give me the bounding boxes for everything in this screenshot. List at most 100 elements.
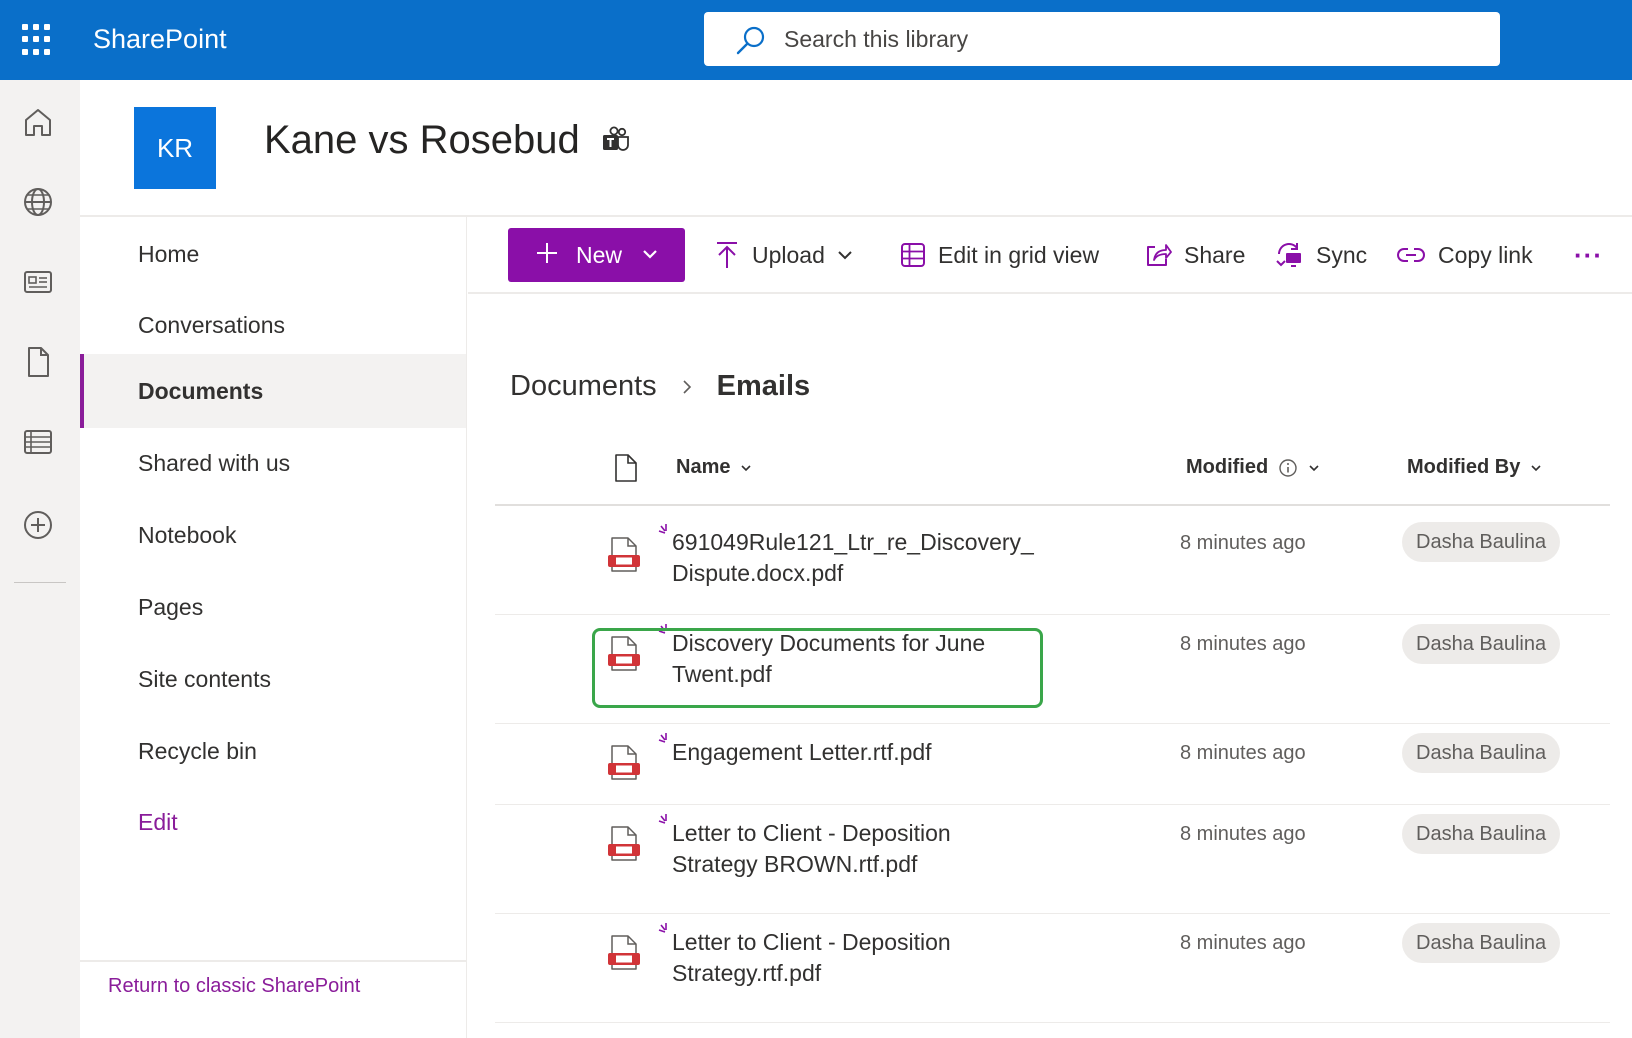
chevron-down-icon	[643, 250, 657, 259]
file-name-line: 691049Rule121_Ltr_re_Discovery_	[672, 529, 1034, 555]
nav-item-notebook[interactable]: Notebook	[80, 498, 466, 572]
sync-label: Sync	[1316, 241, 1368, 268]
list-row[interactable]: 691049Rule121_Ltr_re_Discovery_ Dispute.…	[495, 506, 1610, 615]
file-name-line: Letter to Client - Deposition	[672, 929, 951, 955]
home-icon[interactable]	[18, 102, 58, 142]
pdf-file-icon	[608, 537, 640, 572]
edit-grid-view-label: Edit in grid view	[938, 241, 1100, 268]
plus-icon	[537, 243, 557, 263]
site-title[interactable]: Kane vs Rosebud	[264, 118, 580, 163]
pdf-file-icon	[608, 636, 640, 671]
modified-by-persona[interactable]: Dasha Baulina	[1402, 923, 1561, 963]
file-name-line: Strategy.rtf.pdf	[672, 960, 822, 986]
chevron-down-icon	[838, 251, 852, 260]
pdf-file-icon	[608, 935, 640, 970]
search-icon	[736, 26, 765, 55]
pdf-file-icon	[608, 826, 640, 861]
list-row[interactable]: Discovery Documents for June Twent.pdf 8…	[495, 615, 1610, 724]
nav-edit-link[interactable]: Edit	[80, 785, 466, 859]
file-name-line: Dispute.docx.pdf	[672, 560, 844, 586]
file-type-icon[interactable]	[613, 453, 639, 483]
teams-icon[interactable]	[600, 124, 632, 156]
nav-item-recycle-bin[interactable]: Recycle bin	[80, 714, 466, 788]
column-header-name[interactable]: Name	[676, 456, 752, 479]
file-name-line: Letter to Client - Deposition	[672, 820, 951, 846]
modified-by-persona[interactable]: Dasha Baulina	[1402, 624, 1561, 664]
edit-grid-view-button[interactable]: Edit in grid view	[900, 233, 1099, 277]
list-icon[interactable]	[18, 422, 58, 462]
rail-divider	[14, 582, 66, 583]
info-icon[interactable]	[1278, 458, 1298, 478]
share-button[interactable]: Share	[1144, 233, 1245, 277]
nav-item-home[interactable]: Home	[80, 217, 466, 291]
column-header-modified-by[interactable]: Modified By	[1407, 456, 1542, 479]
modified-date: 8 minutes ago	[1180, 823, 1306, 845]
pdf-file-icon	[608, 745, 640, 780]
modified-date: 8 minutes ago	[1180, 633, 1306, 655]
list-row[interactable]: Engagement Letter.rtf.pdf 8 minutes ago …	[495, 724, 1610, 805]
search-input[interactable]	[784, 20, 1464, 58]
list-header: Name Modified Modified By	[495, 438, 1610, 506]
modified-date: 8 minutes ago	[1180, 742, 1306, 764]
upload-label: Upload	[752, 241, 825, 268]
file-name-link[interactable]: Letter to Client - Deposition Strategy.r…	[672, 927, 1052, 989]
site-header: KR Kane vs Rosebud	[80, 80, 1632, 217]
news-icon[interactable]	[18, 262, 58, 302]
nav-item-site-contents[interactable]: Site contents	[80, 642, 466, 716]
file-name-link[interactable]: 691049Rule121_Ltr_re_Discovery_ Dispute.…	[672, 527, 1052, 589]
file-name-link[interactable]: Discovery Documents for June Twent.pdf	[672, 628, 1052, 690]
app-rail	[0, 80, 80, 1038]
chevron-down-icon	[1309, 464, 1319, 471]
search-box[interactable]	[704, 12, 1500, 66]
chevron-down-icon	[1531, 464, 1541, 471]
breadcrumb-current: Emails	[716, 370, 811, 402]
file-name-line: Discovery Documents for June	[672, 630, 986, 656]
upload-icon	[717, 242, 737, 268]
add-icon[interactable]	[18, 505, 58, 545]
nav-item-pages[interactable]: Pages	[80, 570, 466, 644]
share-label: Share	[1184, 241, 1246, 268]
list-row[interactable]: Letter to Client - Deposition Strategy B…	[495, 805, 1610, 914]
chevron-down-icon	[741, 464, 752, 471]
copy-link-label: Copy link	[1438, 241, 1533, 268]
nav-divider	[80, 960, 466, 962]
modified-date: 8 minutes ago	[1180, 532, 1306, 554]
file-name-link[interactable]: Engagement Letter.rtf.pdf	[672, 737, 1052, 768]
command-bar: New Upload Edit in grid view Share Sync …	[468, 217, 1632, 294]
list-row[interactable]: Letter to Client - Deposition Strategy.r…	[495, 914, 1610, 1023]
new-button[interactable]: New	[508, 228, 685, 282]
breadcrumb-documents[interactable]: Documents	[510, 370, 657, 403]
column-header-modified[interactable]: Modified	[1186, 456, 1320, 479]
sync-button[interactable]: Sync	[1274, 233, 1367, 277]
document-icon[interactable]	[18, 342, 58, 382]
file-name-line: Engagement Letter.rtf.pdf	[672, 739, 932, 765]
modified-by-persona[interactable]: Dasha Baulina	[1402, 522, 1561, 562]
link-icon	[1397, 248, 1425, 262]
file-name-line: Strategy BROWN.rtf.pdf	[672, 851, 918, 877]
suite-bar: SharePoint	[0, 0, 1632, 80]
nav-item-documents[interactable]: Documents	[80, 354, 466, 428]
chevron-right-icon	[683, 379, 691, 394]
new-button-label: New	[576, 242, 623, 268]
globe-icon[interactable]	[18, 182, 58, 222]
modified-by-persona[interactable]: Dasha Baulina	[1402, 733, 1561, 773]
column-modified-by-label: Modified By	[1407, 456, 1521, 478]
file-name-line: Twent.pdf	[672, 661, 772, 687]
more-options-button[interactable]: ···	[1574, 233, 1603, 277]
breadcrumb: Documents Emails	[510, 370, 810, 403]
sync-icon	[1276, 243, 1301, 267]
left-navigation: Home Conversations Documents Shared with…	[80, 217, 467, 1038]
upload-button[interactable]: Upload	[714, 233, 853, 277]
modified-by-persona[interactable]: Dasha Baulina	[1402, 814, 1561, 854]
return-to-classic-link[interactable]: Return to classic SharePoint	[108, 975, 360, 998]
modified-date: 8 minutes ago	[1180, 932, 1306, 954]
share-icon	[1147, 244, 1172, 266]
brand-name[interactable]: SharePoint	[93, 24, 227, 55]
grid-icon	[901, 243, 925, 267]
copy-link-button[interactable]: Copy link	[1396, 233, 1533, 277]
nav-item-shared-with-us[interactable]: Shared with us	[80, 426, 466, 500]
site-logo[interactable]: KR	[134, 107, 216, 189]
app-launcher-icon[interactable]	[22, 24, 54, 56]
file-name-link[interactable]: Letter to Client - Deposition Strategy B…	[672, 818, 1052, 880]
nav-item-conversations[interactable]: Conversations	[80, 288, 466, 362]
